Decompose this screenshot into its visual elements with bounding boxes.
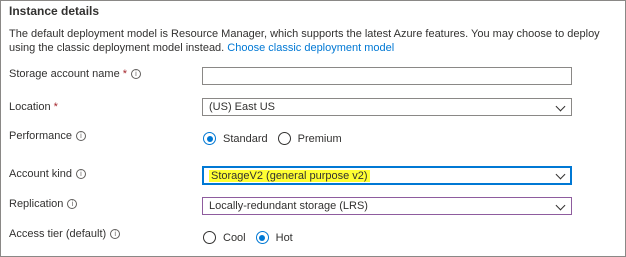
- deployment-description: The default deployment model is Resource…: [9, 27, 609, 55]
- required-marker: *: [122, 68, 127, 80]
- replication-value: Locally-redundant storage (LRS): [209, 200, 368, 212]
- section-title: Instance details: [9, 4, 100, 18]
- radio-standard[interactable]: [203, 132, 216, 145]
- radio-cool[interactable]: [203, 231, 216, 244]
- chevron-down-icon: [555, 200, 566, 211]
- location-dropdown[interactable]: (US) East US: [202, 98, 572, 116]
- radio-premium[interactable]: [277, 132, 291, 145]
- access-tier-option-hot[interactable]: Hot: [255, 231, 293, 244]
- choose-classic-deployment-link[interactable]: Choose classic deployment model: [227, 42, 394, 54]
- storage-account-name-label: Storage account name *: [9, 67, 141, 81]
- required-marker: *: [53, 101, 58, 113]
- performance-option-standard[interactable]: Standard: [203, 132, 268, 145]
- replication-label: Replication: [9, 197, 78, 211]
- performance-label: Performance: [9, 129, 86, 143]
- access-tier-radio-group: Cool Hot: [203, 231, 303, 244]
- info-icon[interactable]: [75, 167, 86, 181]
- info-icon[interactable]: [110, 227, 121, 241]
- access-tier-option-cool[interactable]: Cool: [203, 231, 246, 244]
- location-value: (US) East US: [209, 101, 276, 113]
- account-kind-value: StorageV2 (general purpose v2): [209, 169, 370, 182]
- performance-radio-group: Standard Premium: [203, 132, 352, 145]
- access-tier-label: Access tier (default): [9, 227, 121, 241]
- performance-option-premium[interactable]: Premium: [277, 132, 342, 145]
- info-icon[interactable]: [130, 67, 141, 81]
- storage-account-name-input[interactable]: [202, 67, 572, 85]
- info-icon[interactable]: [67, 197, 78, 211]
- info-icon[interactable]: [75, 129, 86, 143]
- replication-dropdown[interactable]: Locally-redundant storage (LRS): [202, 197, 572, 215]
- chevron-down-icon: [555, 101, 566, 112]
- location-label: Location *: [9, 101, 58, 113]
- chevron-down-icon: [555, 169, 566, 180]
- account-kind-dropdown[interactable]: StorageV2 (general purpose v2): [202, 166, 572, 185]
- radio-hot[interactable]: [255, 231, 269, 244]
- account-kind-label: Account kind: [9, 167, 86, 181]
